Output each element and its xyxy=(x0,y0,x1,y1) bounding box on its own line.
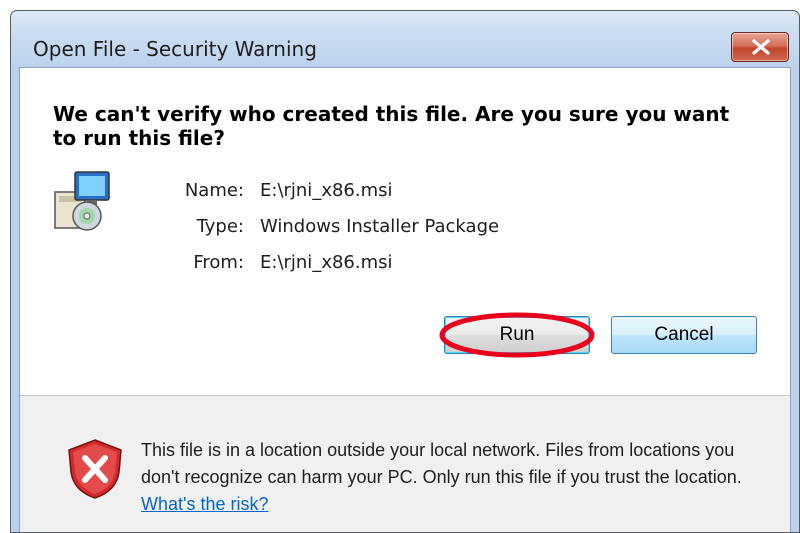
from-label: From: xyxy=(193,252,244,273)
run-button[interactable]: Run xyxy=(444,316,590,354)
footer-panel: This file is in a location outside your … xyxy=(20,396,790,532)
cancel-button[interactable]: Cancel xyxy=(611,316,757,354)
warning-headline: We can't verify who created this file. A… xyxy=(53,102,730,150)
footer-message: This file is in a location outside your … xyxy=(141,437,766,518)
footer-text: This file is in a location outside your … xyxy=(141,440,742,487)
title-bar[interactable]: Open File - Security Warning xyxy=(11,11,799,67)
from-value: E:\rjni_x86.msi xyxy=(260,252,393,273)
name-value: E:\rjni_x86.msi xyxy=(260,180,393,201)
whats-the-risk-link[interactable]: What's the risk? xyxy=(141,494,268,514)
type-label: Type: xyxy=(196,216,244,237)
name-label: Name: xyxy=(184,180,244,201)
close-icon xyxy=(752,39,770,55)
type-value: Windows Installer Package xyxy=(260,216,500,237)
security-warning-window: Open File - Security Warning We can't ve… xyxy=(10,10,800,533)
security-shield-icon xyxy=(68,439,122,499)
dialog-body: We can't verify who created this file. A… xyxy=(19,67,791,532)
close-button[interactable] xyxy=(731,32,789,62)
window-title: Open File - Security Warning xyxy=(33,37,317,61)
